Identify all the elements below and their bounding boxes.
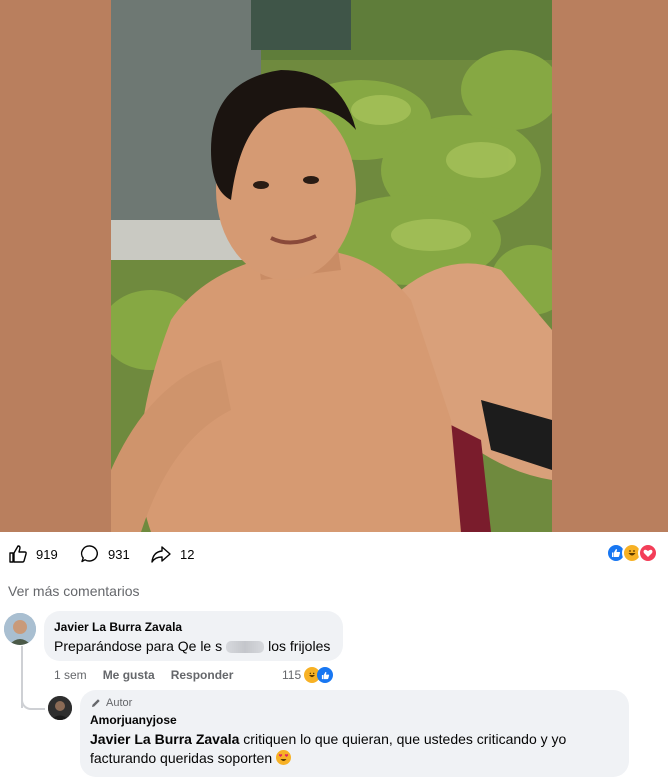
selfie-photo-illustration <box>111 0 552 532</box>
comment-author-name[interactable]: Javier La Burra Zavala <box>54 620 333 634</box>
like-button[interactable]: 919 <box>8 543 58 565</box>
reply-bubble: Autor Amorjuanyjose Javier La Burra Zava… <box>80 690 629 777</box>
share-arrow-icon <box>151 546 171 563</box>
comment-text-part: Preparándose para Qe le s <box>54 638 223 654</box>
comment-time[interactable]: 1 sem <box>54 668 87 682</box>
comment-meta: 1 sem Me gusta Responder <box>54 668 233 682</box>
commenter-avatar[interactable] <box>4 613 36 645</box>
love-reaction-icon <box>638 543 658 563</box>
heart-eyes-emoji-icon <box>276 750 292 765</box>
like-reaction-icon <box>317 667 334 683</box>
comment-bubble-icon <box>80 545 98 563</box>
thumbs-up-icon <box>9 545 27 563</box>
comment-count: 931 <box>108 546 130 562</box>
mention-link[interactable]: Javier La Burra Zavala <box>90 731 239 747</box>
author-badge: Autor <box>90 697 619 709</box>
comment-like-button[interactable]: Me gusta <box>103 668 155 682</box>
post-media-area <box>0 0 668 532</box>
pencil-icon <box>92 699 100 707</box>
like-count: 919 <box>36 546 58 562</box>
share-button[interactable]: 12 <box>150 543 194 565</box>
comment-reply-button[interactable]: Responder <box>171 668 234 682</box>
censored-word-blur <box>226 641 265 654</box>
share-count: 12 <box>180 546 195 562</box>
view-more-comments-link[interactable]: Ver más comentarios <box>8 583 140 599</box>
author-badge-label: Autor <box>106 697 133 709</box>
reply-text: Javier La Burra Zavala critiquen lo que … <box>90 730 619 768</box>
reply-author-name[interactable]: Amorjuanyjose <box>90 713 619 727</box>
post-photo[interactable] <box>111 0 552 532</box>
reaction-summary[interactable] <box>606 543 658 563</box>
comment-button[interactable]: 931 <box>80 543 130 565</box>
comment-bubble: Javier La Burra Zavala Preparándose para… <box>44 611 343 661</box>
comment-reaction-icons <box>304 667 334 683</box>
reply-author-avatar[interactable] <box>48 696 72 720</box>
post-actions-bar: 919 931 12 <box>0 532 668 576</box>
comment-reaction-count[interactable]: 115 <box>282 667 334 683</box>
reply-connector <box>21 690 45 710</box>
comment-text: Preparándose para Qe le s los frijoles <box>54 638 333 654</box>
comment-reaction-number: 115 <box>282 668 302 682</box>
comment-text-part: los frijoles <box>268 638 331 654</box>
